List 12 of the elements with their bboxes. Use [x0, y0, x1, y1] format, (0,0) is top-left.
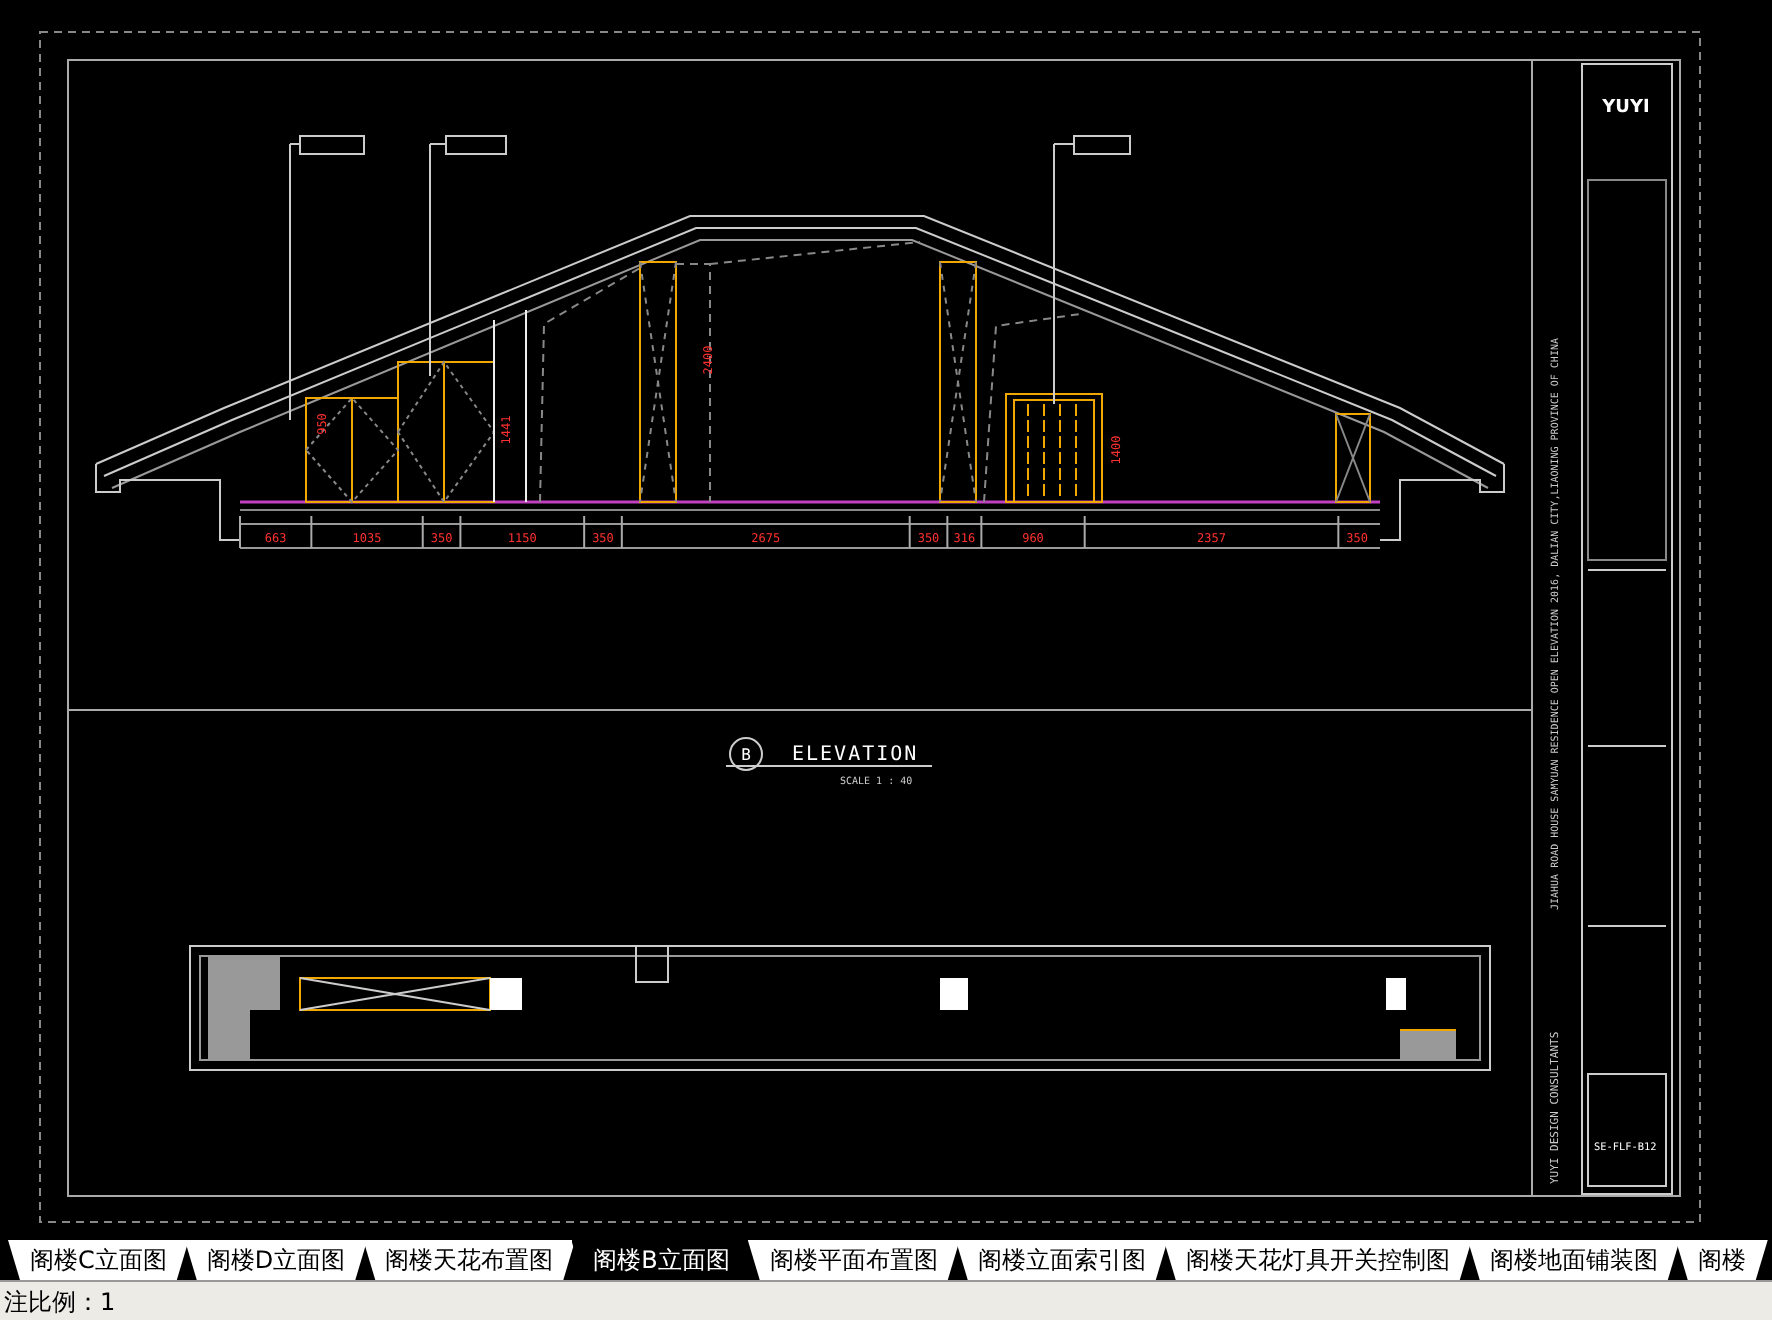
- view-title: ELEVATION: [792, 744, 919, 766]
- sheet-tab[interactable]: 阁楼地面铺装图: [1467, 1240, 1680, 1280]
- sheet-tab[interactable]: 阁楼C立面图: [8, 1240, 189, 1280]
- logo: YUYI: [1602, 98, 1650, 118]
- status-text: 注比例：1: [4, 1288, 116, 1316]
- sheet-tab[interactable]: 阁楼平面布置图: [747, 1240, 960, 1280]
- sheet-tab[interactable]: 阁楼天花布置图: [363, 1240, 576, 1280]
- sheet-tab[interactable]: 阁楼: [1675, 1240, 1768, 1280]
- view-marker: B: [729, 737, 763, 771]
- sheet-tab[interactable]: 阁楼D立面图: [184, 1240, 368, 1280]
- sheet-tab[interactable]: 阁楼天花灯具开关控制图: [1163, 1240, 1472, 1280]
- sheet-tab[interactable]: 阁楼立面索引图: [955, 1240, 1168, 1280]
